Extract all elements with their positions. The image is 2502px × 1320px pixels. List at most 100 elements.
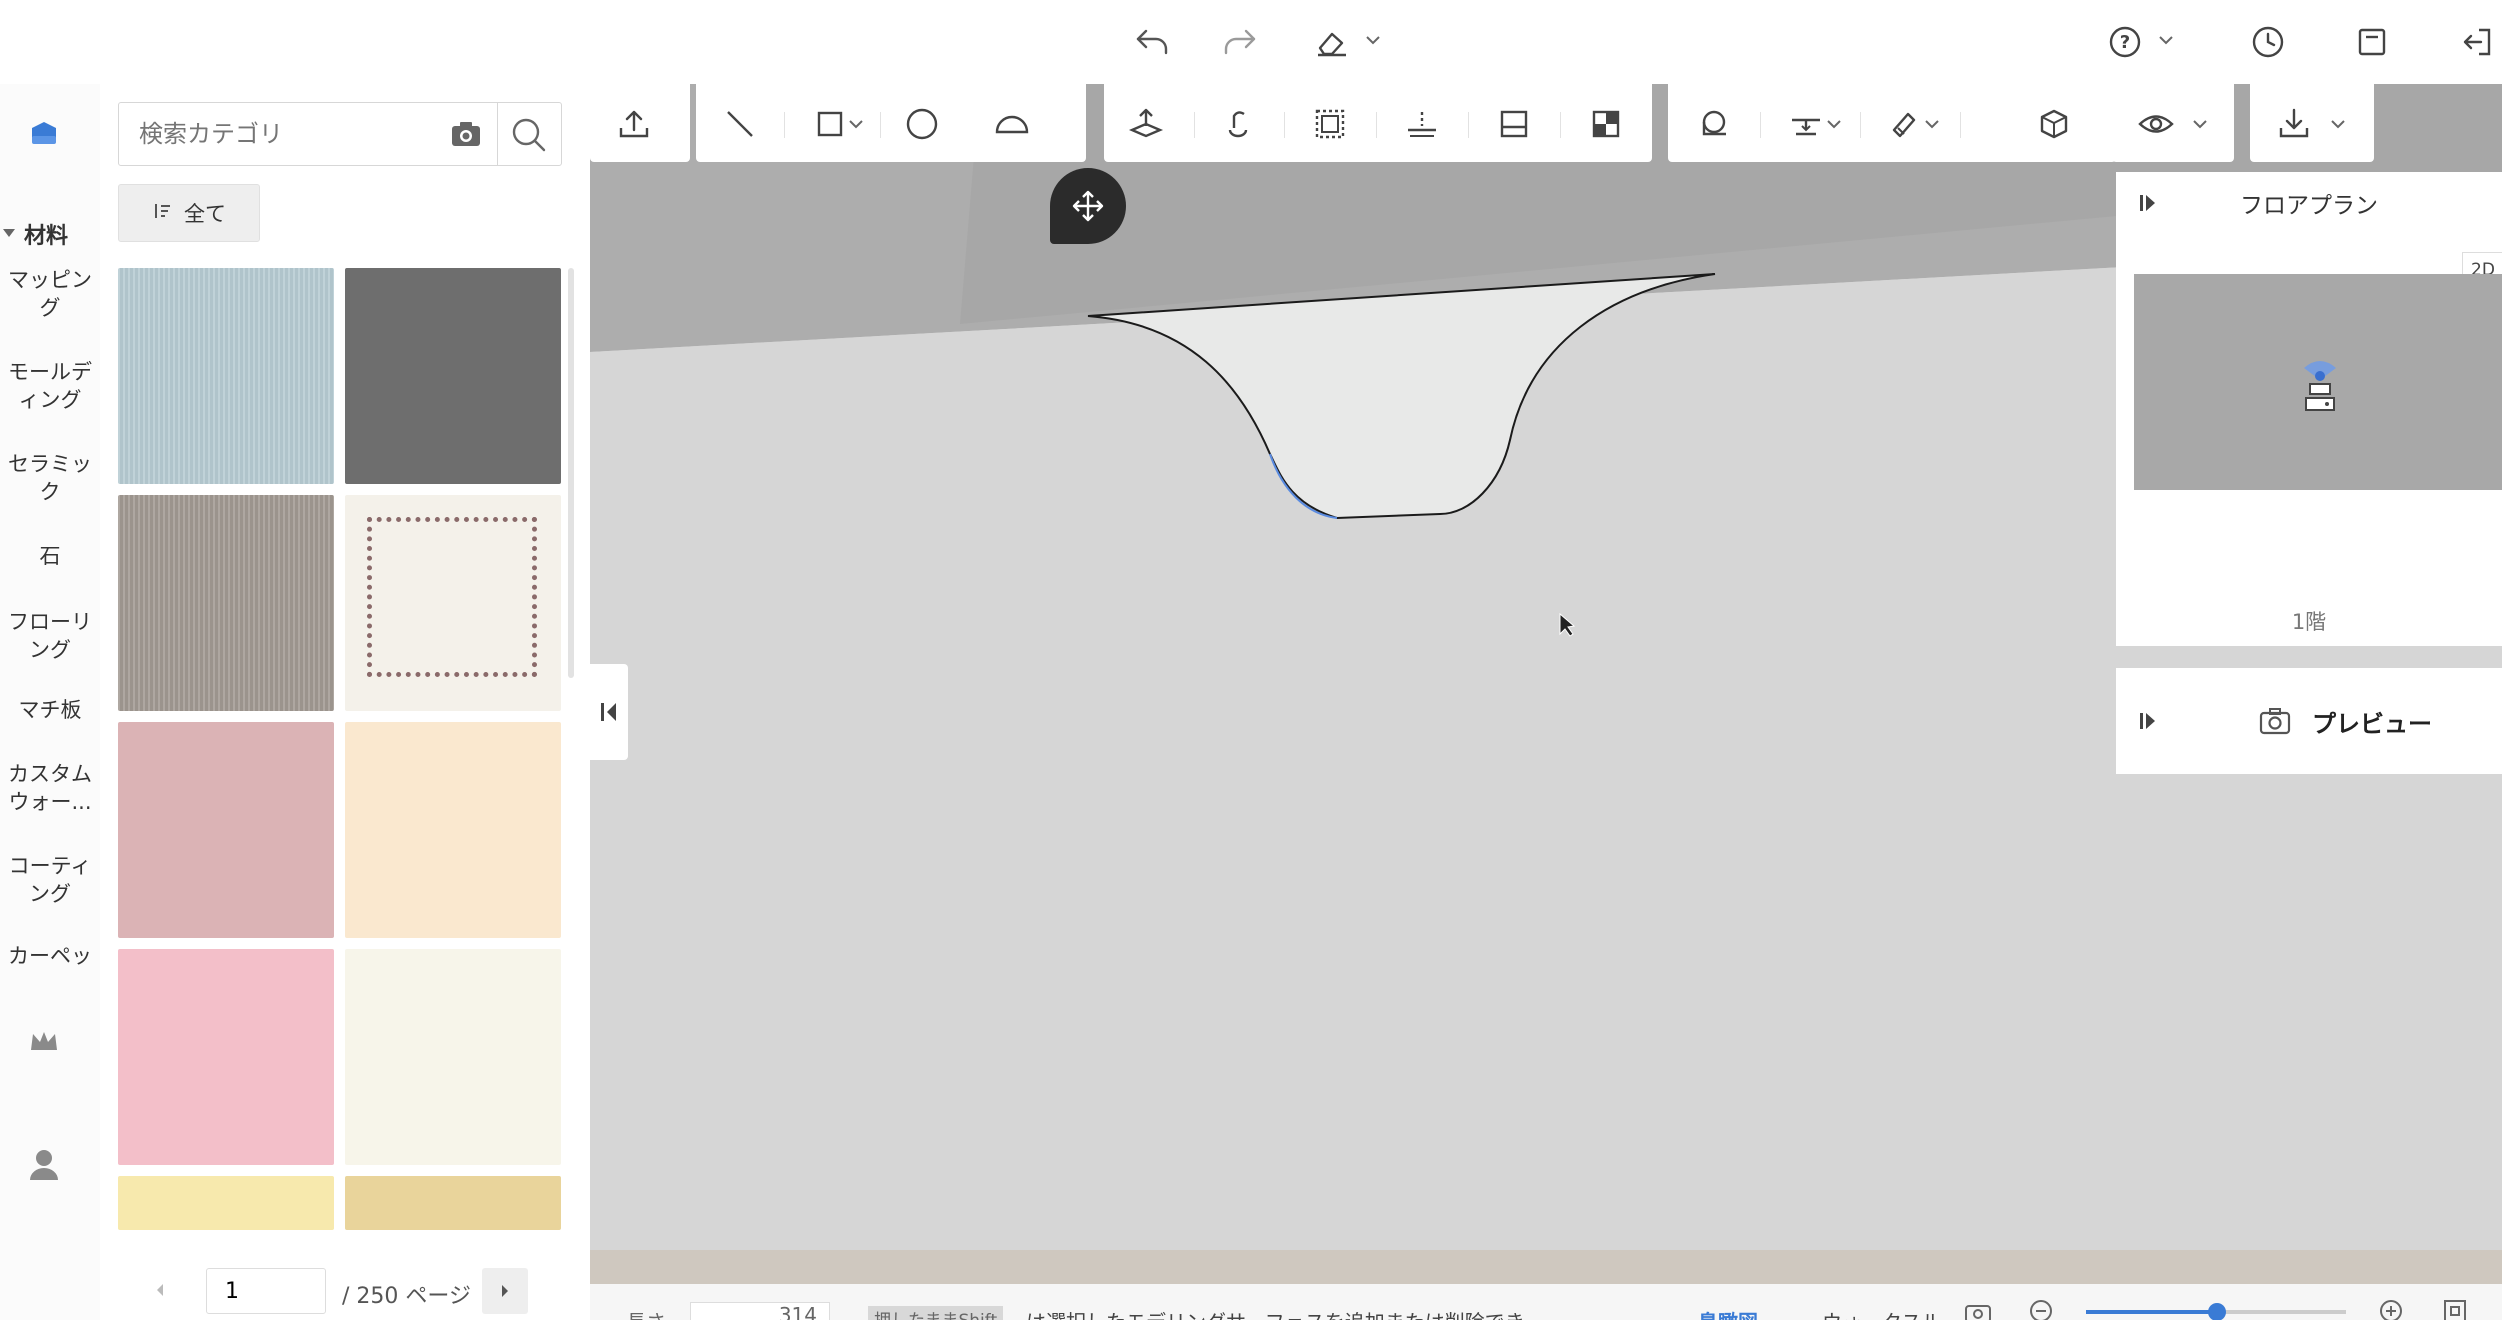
arc-tool-icon[interactable] bbox=[992, 104, 1032, 144]
camera-icon[interactable] bbox=[2258, 704, 2292, 738]
material-swatch[interactable] bbox=[118, 722, 334, 938]
toolbar-group-measure bbox=[1668, 84, 2116, 162]
tape-measure-icon[interactable] bbox=[1694, 104, 1734, 144]
camera-icon[interactable] bbox=[449, 117, 483, 151]
eraser-icon[interactable] bbox=[1312, 22, 1352, 62]
next-page-button[interactable] bbox=[482, 1268, 528, 1314]
line-tool-icon[interactable] bbox=[720, 104, 760, 144]
rail-item-molding[interactable]: モールデ ィング bbox=[0, 358, 100, 414]
panel-layout-icon[interactable] bbox=[1494, 104, 1534, 144]
crown-icon[interactable] bbox=[24, 1022, 64, 1062]
rail-item-label: ング bbox=[29, 638, 71, 662]
expand-panel-icon[interactable] bbox=[2138, 710, 2160, 732]
save-icon[interactable] bbox=[2352, 22, 2392, 62]
rail-item-stone[interactable]: 石 bbox=[0, 542, 100, 570]
rail-item-ceramic[interactable]: セラミッ ク bbox=[0, 450, 100, 506]
left-rail: 材料 マッピン グ モールデ ィング セラミッ ク 石 フローリ ング マチ板 … bbox=[0, 84, 101, 1320]
search-input[interactable] bbox=[137, 113, 441, 155]
collapse-panel-toggle[interactable] bbox=[590, 664, 628, 760]
move-icon bbox=[1072, 190, 1104, 222]
search-icon[interactable] bbox=[509, 115, 549, 155]
chevron-down-icon[interactable] bbox=[844, 104, 868, 144]
rail-item-label: マチ板 bbox=[18, 698, 82, 722]
search-divider bbox=[497, 103, 498, 165]
floorplan-thumbnail[interactable] bbox=[2134, 274, 2502, 490]
fit-view-icon[interactable] bbox=[2442, 1298, 2468, 1320]
rail-item-label: カスタム bbox=[8, 762, 92, 786]
walkthrough-tab[interactable]: ウォークスル bbox=[1822, 1306, 1941, 1320]
split-line-icon[interactable] bbox=[1402, 104, 1442, 144]
rail-item-custom-wall[interactable]: カスタム ウォー... bbox=[0, 760, 100, 816]
top-bar: ? bbox=[0, 0, 2502, 85]
material-swatch[interactable] bbox=[118, 949, 334, 1165]
length-input[interactable]: 314 bbox=[690, 1302, 830, 1320]
preview-panel: プレビュー bbox=[2116, 668, 2502, 774]
section-label: 材料 bbox=[24, 224, 69, 249]
chevron-down-icon[interactable] bbox=[1920, 104, 1944, 144]
zoom-slider[interactable] bbox=[2086, 1303, 2346, 1320]
paint-brush-icon[interactable] bbox=[1884, 104, 1924, 144]
move-handle[interactable] bbox=[1050, 168, 1126, 244]
material-swatch[interactable] bbox=[118, 495, 334, 711]
rail-item-board[interactable]: マチ板 bbox=[0, 696, 100, 724]
rail-item-flooring[interactable]: フローリ ング bbox=[0, 608, 100, 664]
birdseye-view-tab[interactable]: 鳥瞰図 bbox=[1698, 1306, 1758, 1320]
material-swatch[interactable] bbox=[345, 495, 561, 711]
user-icon[interactable] bbox=[24, 1144, 64, 1184]
material-swatch[interactable] bbox=[345, 949, 561, 1165]
prev-page-icon[interactable] bbox=[150, 1280, 170, 1300]
material-swatch[interactable] bbox=[118, 268, 334, 484]
dimension-icon[interactable] bbox=[1786, 104, 1826, 144]
toolbar-separator bbox=[1468, 112, 1469, 138]
screenshot-icon[interactable] bbox=[1964, 1298, 1992, 1320]
chevron-down-icon[interactable] bbox=[2326, 104, 2350, 144]
collapse-left-icon bbox=[601, 703, 616, 721]
undo-icon[interactable] bbox=[1132, 22, 1172, 62]
rail-item-label: ウォー... bbox=[8, 790, 92, 814]
toolbar-separator bbox=[1284, 112, 1285, 138]
rail-item-label: マッピン bbox=[8, 268, 92, 292]
extrude-icon[interactable] bbox=[1126, 104, 1166, 144]
rail-item-coating[interactable]: コーティ ング bbox=[0, 852, 100, 908]
import-icon[interactable] bbox=[614, 104, 654, 144]
rail-item-label: 石 bbox=[39, 544, 61, 568]
redo-icon[interactable] bbox=[1220, 22, 1260, 62]
rail-item-mapping[interactable]: マッピン グ bbox=[0, 266, 100, 322]
rail-item-label: ク bbox=[39, 480, 61, 504]
follow-me-icon[interactable] bbox=[1218, 104, 1258, 144]
circle-tool-icon[interactable] bbox=[902, 104, 942, 144]
panel-scrollbar[interactable] bbox=[568, 268, 574, 678]
material-split-icon[interactable] bbox=[1586, 104, 1626, 144]
floorplan-title: フロアプラン bbox=[2240, 193, 2378, 219]
sort-icon bbox=[152, 201, 174, 226]
materials-icon[interactable] bbox=[24, 114, 64, 154]
rail-item-label: グ bbox=[39, 296, 61, 320]
toolbar-group-modify bbox=[1104, 84, 1652, 162]
molding-pattern bbox=[367, 517, 537, 677]
history-icon[interactable] bbox=[2248, 22, 2288, 62]
chevron-down-icon[interactable] bbox=[2188, 104, 2212, 144]
page-number-input[interactable] bbox=[206, 1268, 326, 1314]
material-swatch[interactable] bbox=[345, 268, 561, 484]
exit-icon[interactable] bbox=[2456, 22, 2496, 62]
status-bar: 長さ 314 押したままShift は選択したモデリングサーフェスを追加または削… bbox=[590, 1284, 2502, 1320]
zoom-slider-handle[interactable] bbox=[2208, 1303, 2226, 1320]
chevron-down-icon[interactable] bbox=[2156, 30, 2176, 50]
zoom-in-icon[interactable] bbox=[2378, 1298, 2404, 1320]
select-area-icon[interactable] bbox=[1310, 104, 1350, 144]
material-swatch[interactable] bbox=[118, 1176, 334, 1230]
help-icon[interactable]: ? bbox=[2105, 22, 2145, 62]
eye-icon[interactable] bbox=[2136, 104, 2176, 144]
filter-all-button[interactable]: 全て bbox=[118, 184, 260, 242]
material-swatch[interactable] bbox=[345, 1176, 561, 1230]
material-swatch[interactable] bbox=[345, 722, 561, 938]
chevron-down-icon[interactable] bbox=[1822, 104, 1846, 144]
section-header-materials[interactable]: 材料 bbox=[0, 218, 100, 249]
cube-view-icon[interactable] bbox=[2034, 104, 2074, 144]
rail-item-carpet[interactable]: カーペッ bbox=[0, 942, 100, 970]
chevron-down-icon[interactable] bbox=[1363, 30, 1383, 50]
camera-marker-icon bbox=[2304, 361, 2336, 411]
floor-label[interactable]: 1階 bbox=[2116, 606, 2502, 636]
zoom-out-icon[interactable] bbox=[2028, 1298, 2054, 1320]
download-icon[interactable] bbox=[2274, 104, 2314, 144]
